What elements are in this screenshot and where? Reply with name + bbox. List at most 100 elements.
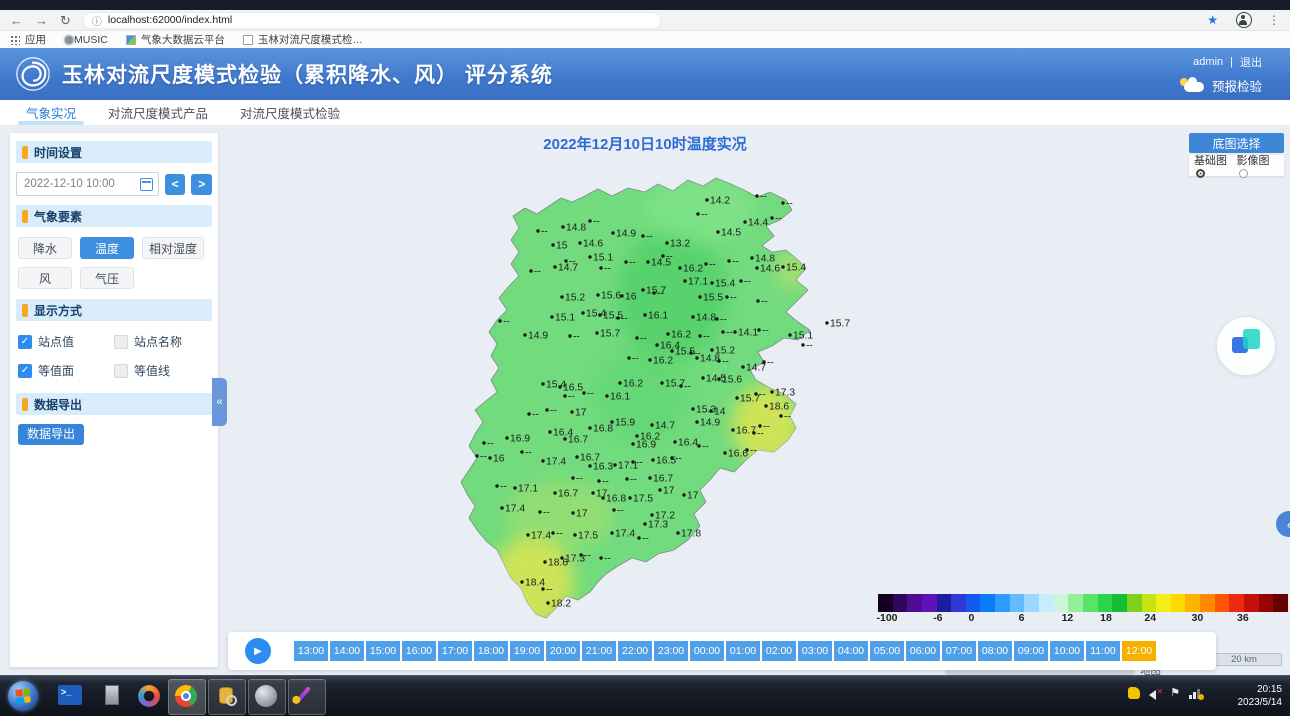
browser-colorful-icon[interactable] (138, 685, 160, 707)
time-cell[interactable]: 02:00 (762, 641, 796, 661)
forecast-verify-link[interactable]: 预报检验 (1180, 76, 1262, 95)
radio-selected-icon[interactable] (1196, 169, 1205, 178)
basemap-option-imagery[interactable]: 影像图 (1237, 152, 1280, 180)
start-button[interactable] (8, 681, 38, 711)
time-cell[interactable]: 12:00 (1122, 641, 1156, 661)
time-cell[interactable]: 21:00 (582, 641, 616, 661)
checkbox-unchecked-icon[interactable] (114, 335, 128, 349)
play-button[interactable]: ▶ (245, 638, 271, 664)
time-cell[interactable]: 09:00 (1014, 641, 1048, 661)
time-section-label: 时间设置 (34, 144, 82, 161)
time-cell[interactable]: 07:00 (942, 641, 976, 661)
station-value: 17 (576, 509, 588, 520)
powershell-icon[interactable]: >_ (58, 685, 82, 705)
time-cell[interactable]: 10:00 (1050, 641, 1084, 661)
time-cell[interactable]: 14:00 (330, 641, 364, 661)
checkbox-checked-icon[interactable]: ✓ (18, 364, 32, 378)
time-cell[interactable]: 16:00 (402, 641, 436, 661)
sidebar-collapse-button[interactable]: « (212, 378, 227, 426)
datetime-input[interactable]: 2022-12-10 10:00 (16, 172, 159, 196)
logout-link[interactable]: 退出 (1240, 54, 1262, 70)
tray-app-icon[interactable] (1128, 687, 1140, 699)
station-dot (717, 377, 720, 380)
time-cell[interactable]: 20:00 (546, 641, 580, 661)
time-cell[interactable]: 22:00 (618, 641, 652, 661)
element-section-label: 气象要素 (34, 208, 82, 225)
site-info-icon[interactable]: ⓘ (92, 13, 102, 28)
station-value: -- (534, 267, 541, 278)
element-button[interactable]: 相对湿度 (142, 237, 204, 259)
reload-icon[interactable]: ↻ (60, 10, 71, 31)
station-dot (546, 601, 549, 604)
network-status-icon[interactable] (1189, 687, 1202, 699)
time-cell[interactable]: 04:00 (834, 641, 868, 661)
taskbar-clock[interactable]: 20:15 2023/5/14 (1238, 683, 1283, 709)
colorbar-segment (922, 594, 937, 612)
station-value: 14.8 (566, 223, 586, 234)
element-button[interactable]: 降水 (18, 237, 72, 259)
display-option[interactable]: 等值线 (114, 362, 210, 379)
forward-icon[interactable]: → (35, 10, 48, 31)
action-center-flag-icon[interactable]: ⚑ (1170, 687, 1180, 699)
time-prev-button[interactable]: < (165, 174, 186, 195)
bookmark-star-icon[interactable]: ★ (1207, 13, 1218, 27)
element-button[interactable]: 气压 (80, 267, 134, 289)
checkbox-checked-icon[interactable]: ✓ (18, 335, 32, 349)
time-cell[interactable]: 17:00 (438, 641, 472, 661)
time-cell[interactable]: 23:00 (654, 641, 688, 661)
temperature-map[interactable]: 14.2----14.4--14.5--13.2--14.914.8----15… (440, 165, 840, 635)
back-icon[interactable]: ← (10, 10, 23, 31)
bookmark-item[interactable]: 气象大数据云平台 (126, 32, 225, 47)
time-next-button[interactable]: > (191, 174, 212, 195)
time-cell[interactable]: 01:00 (726, 641, 760, 661)
bookmark-item[interactable]: MUSIC (64, 34, 108, 46)
element-button[interactable]: 风 (18, 267, 72, 289)
station-value: -- (630, 475, 637, 486)
tab-model-verify[interactable]: 对流尺度模式检验 (224, 100, 356, 125)
pen-tool-task-button[interactable] (288, 679, 326, 715)
basemap-option-basic[interactable]: 基础图 (1194, 152, 1237, 180)
windows-flag-icon (15, 688, 30, 703)
address-bar[interactable]: ⓘ localhost:62000/index.html (83, 12, 661, 29)
basemap-select-button[interactable]: 底图选择 (1189, 133, 1284, 153)
display-option[interactable]: ✓等值面 (18, 362, 114, 379)
tab-weather-live[interactable]: 气象实况 (10, 100, 92, 125)
station-dot (673, 440, 676, 443)
station-dot (756, 299, 759, 302)
time-cell[interactable]: 06:00 (906, 641, 940, 661)
browser-menu-icon[interactable]: ⋮ (1268, 13, 1280, 27)
checkbox-unchecked-icon[interactable] (114, 364, 128, 378)
station-dot (695, 356, 698, 359)
bookmark-item[interactable]: 玉林对流尺度模式检… (243, 32, 363, 47)
chrome-task-button[interactable] (168, 679, 206, 715)
time-cell[interactable]: 05:00 (870, 641, 904, 661)
export-button[interactable]: 数据导出 (18, 424, 84, 445)
panel-expand-button[interactable]: ‹ (1276, 511, 1290, 537)
station-dot (770, 216, 773, 219)
globe-icon (255, 685, 277, 707)
station-value: 15.7 (830, 319, 850, 330)
element-button[interactable]: 温度 (80, 237, 134, 259)
database-tool-task-button[interactable] (208, 679, 246, 715)
time-cell[interactable]: 15:00 (366, 641, 400, 661)
time-cell[interactable]: 13:00 (294, 641, 328, 661)
calendar-icon[interactable] (140, 178, 153, 191)
bookmark-item[interactable]: 应用 (10, 32, 46, 47)
display-option[interactable]: 站点名称 (114, 333, 210, 350)
display-option[interactable]: ✓站点值 (18, 333, 114, 350)
time-cell[interactable]: 19:00 (510, 641, 544, 661)
radio-unselected-icon[interactable] (1239, 169, 1248, 178)
tab-model-product[interactable]: 对流尺度模式产品 (92, 100, 224, 125)
time-cell[interactable]: 08:00 (978, 641, 1012, 661)
globe-app-task-button[interactable] (248, 679, 286, 715)
colorbar-tick: 30 (1192, 612, 1204, 624)
time-cell[interactable]: 00:00 (690, 641, 724, 661)
profile-avatar[interactable] (1236, 12, 1252, 28)
time-cell[interactable]: 03:00 (798, 641, 832, 661)
time-cell[interactable]: 18:00 (474, 641, 508, 661)
computer-icon[interactable] (100, 685, 124, 707)
time-cell[interactable]: 11:00 (1086, 641, 1120, 661)
station-dot (618, 381, 621, 384)
todesk-floating-badge[interactable] (1216, 316, 1276, 376)
volume-muted-icon[interactable] (1149, 687, 1161, 699)
